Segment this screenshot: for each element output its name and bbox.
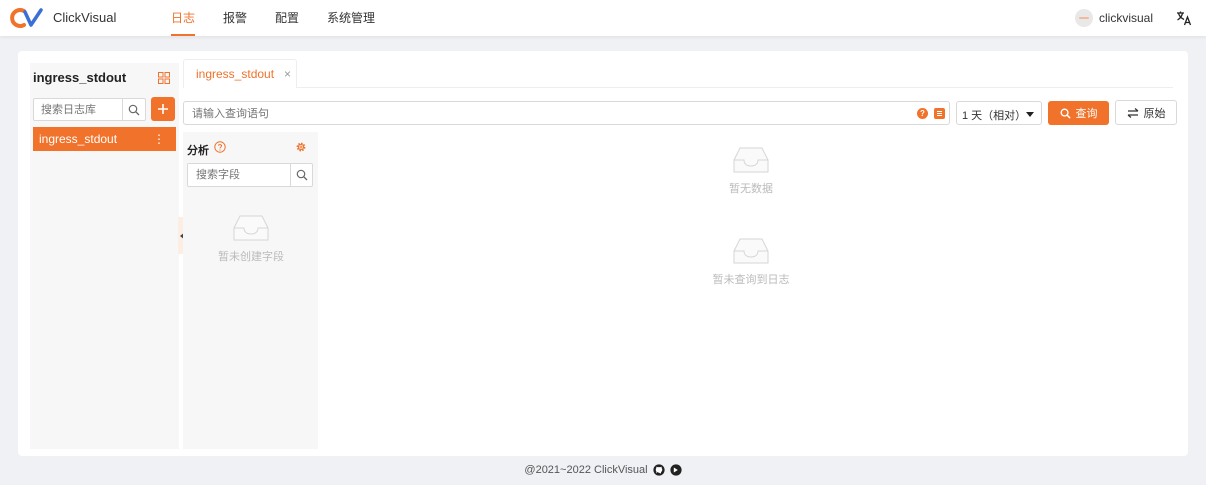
document-icon[interactable]: [934, 108, 945, 119]
user-menu[interactable]: clickvisual: [1075, 9, 1153, 27]
avatar: [1075, 9, 1093, 27]
add-database-button[interactable]: [151, 97, 175, 121]
time-range-value: 1 天（相对）: [962, 110, 1027, 122]
clickvisual-logo-icon[interactable]: [10, 7, 44, 29]
query-button[interactable]: 查询: [1048, 101, 1109, 125]
translate-icon[interactable]: [1176, 10, 1192, 26]
database-search-button[interactable]: [122, 99, 145, 120]
top-navigation-bar: ClickVisual 日志 报警 配置 系统管理 clickvisual: [0, 0, 1206, 36]
raw-log-button[interactable]: 原始: [1115, 100, 1177, 125]
query-button-label: 查询: [1075, 108, 1098, 120]
main-card: ingress_stdout ingress_stdout ⋮: [18, 51, 1188, 456]
results-empty-text: 暂无数据: [729, 183, 773, 195]
database-item-label: ingress_stdout: [39, 132, 118, 146]
main-nav: 日志 报警 配置 系统管理: [160, 0, 392, 36]
search-icon: [296, 169, 307, 181]
search-icon: [1060, 108, 1071, 119]
field-search-box: [187, 163, 313, 187]
footer: @2021~2022 ClickVisual: [0, 464, 1206, 476]
nav-item-system-admin[interactable]: 系统管理: [316, 0, 386, 36]
raw-button-label: 原始: [1143, 107, 1166, 120]
swap-icon: [1127, 107, 1138, 118]
user-name: clickvisual: [1099, 11, 1154, 25]
time-range-select[interactable]: 1 天（相对）: [956, 101, 1042, 125]
database-panel: ingress_stdout ingress_stdout ⋮: [30, 63, 179, 449]
database-title: ingress_stdout: [33, 70, 127, 85]
more-vertical-icon[interactable]: ⋮: [153, 127, 165, 151]
question-circle-icon[interactable]: [214, 141, 226, 153]
database-search-box: [33, 98, 146, 121]
github-icon[interactable]: [652, 464, 665, 476]
docs-icon[interactable]: [669, 464, 682, 476]
fields-empty-text: 暂未创建字段: [218, 251, 284, 263]
log-tabs: ingress_stdout ×: [183, 59, 1173, 88]
grid-icon[interactable]: [158, 72, 170, 84]
field-search-button[interactable]: [290, 164, 312, 186]
help-icon[interactable]: ?: [917, 108, 928, 119]
query-input-box: ?: [183, 101, 950, 125]
plus-icon: [158, 104, 168, 114]
fields-empty-state: 暂未创建字段: [191, 214, 311, 264]
search-icon: [128, 104, 140, 115]
field-analysis-panel: 分析 暂未创建字段: [183, 132, 318, 449]
empty-inbox-icon: [233, 215, 269, 241]
gear-icon[interactable]: [295, 141, 307, 153]
close-icon[interactable]: ×: [284, 67, 291, 81]
caret-down-icon: [1026, 112, 1034, 117]
field-analysis-title: 分析: [187, 145, 209, 157]
empty-inbox-icon: [733, 147, 769, 173]
nav-item-logs[interactable]: 日志: [160, 0, 206, 36]
nav-item-config[interactable]: 配置: [264, 0, 310, 36]
database-search-input[interactable]: [34, 99, 122, 120]
nav-item-alarms[interactable]: 报警: [212, 0, 258, 36]
tab-ingress-stdout[interactable]: ingress_stdout ×: [183, 59, 297, 88]
tab-label: ingress_stdout: [196, 67, 275, 81]
empty-inbox-icon: [733, 238, 769, 264]
copyright-text: @2021~2022 ClickVisual: [524, 464, 648, 476]
logs-empty-text: 暂未查询到日志: [712, 274, 790, 286]
field-search-input[interactable]: [188, 164, 290, 186]
brand-name: ClickVisual: [53, 10, 117, 25]
results-empty-state: 暂无数据: [691, 146, 811, 196]
query-input[interactable]: [192, 106, 892, 121]
logs-empty-state: 暂未查询到日志: [691, 237, 811, 287]
database-item-ingress-stdout[interactable]: ingress_stdout ⋮: [33, 127, 176, 151]
